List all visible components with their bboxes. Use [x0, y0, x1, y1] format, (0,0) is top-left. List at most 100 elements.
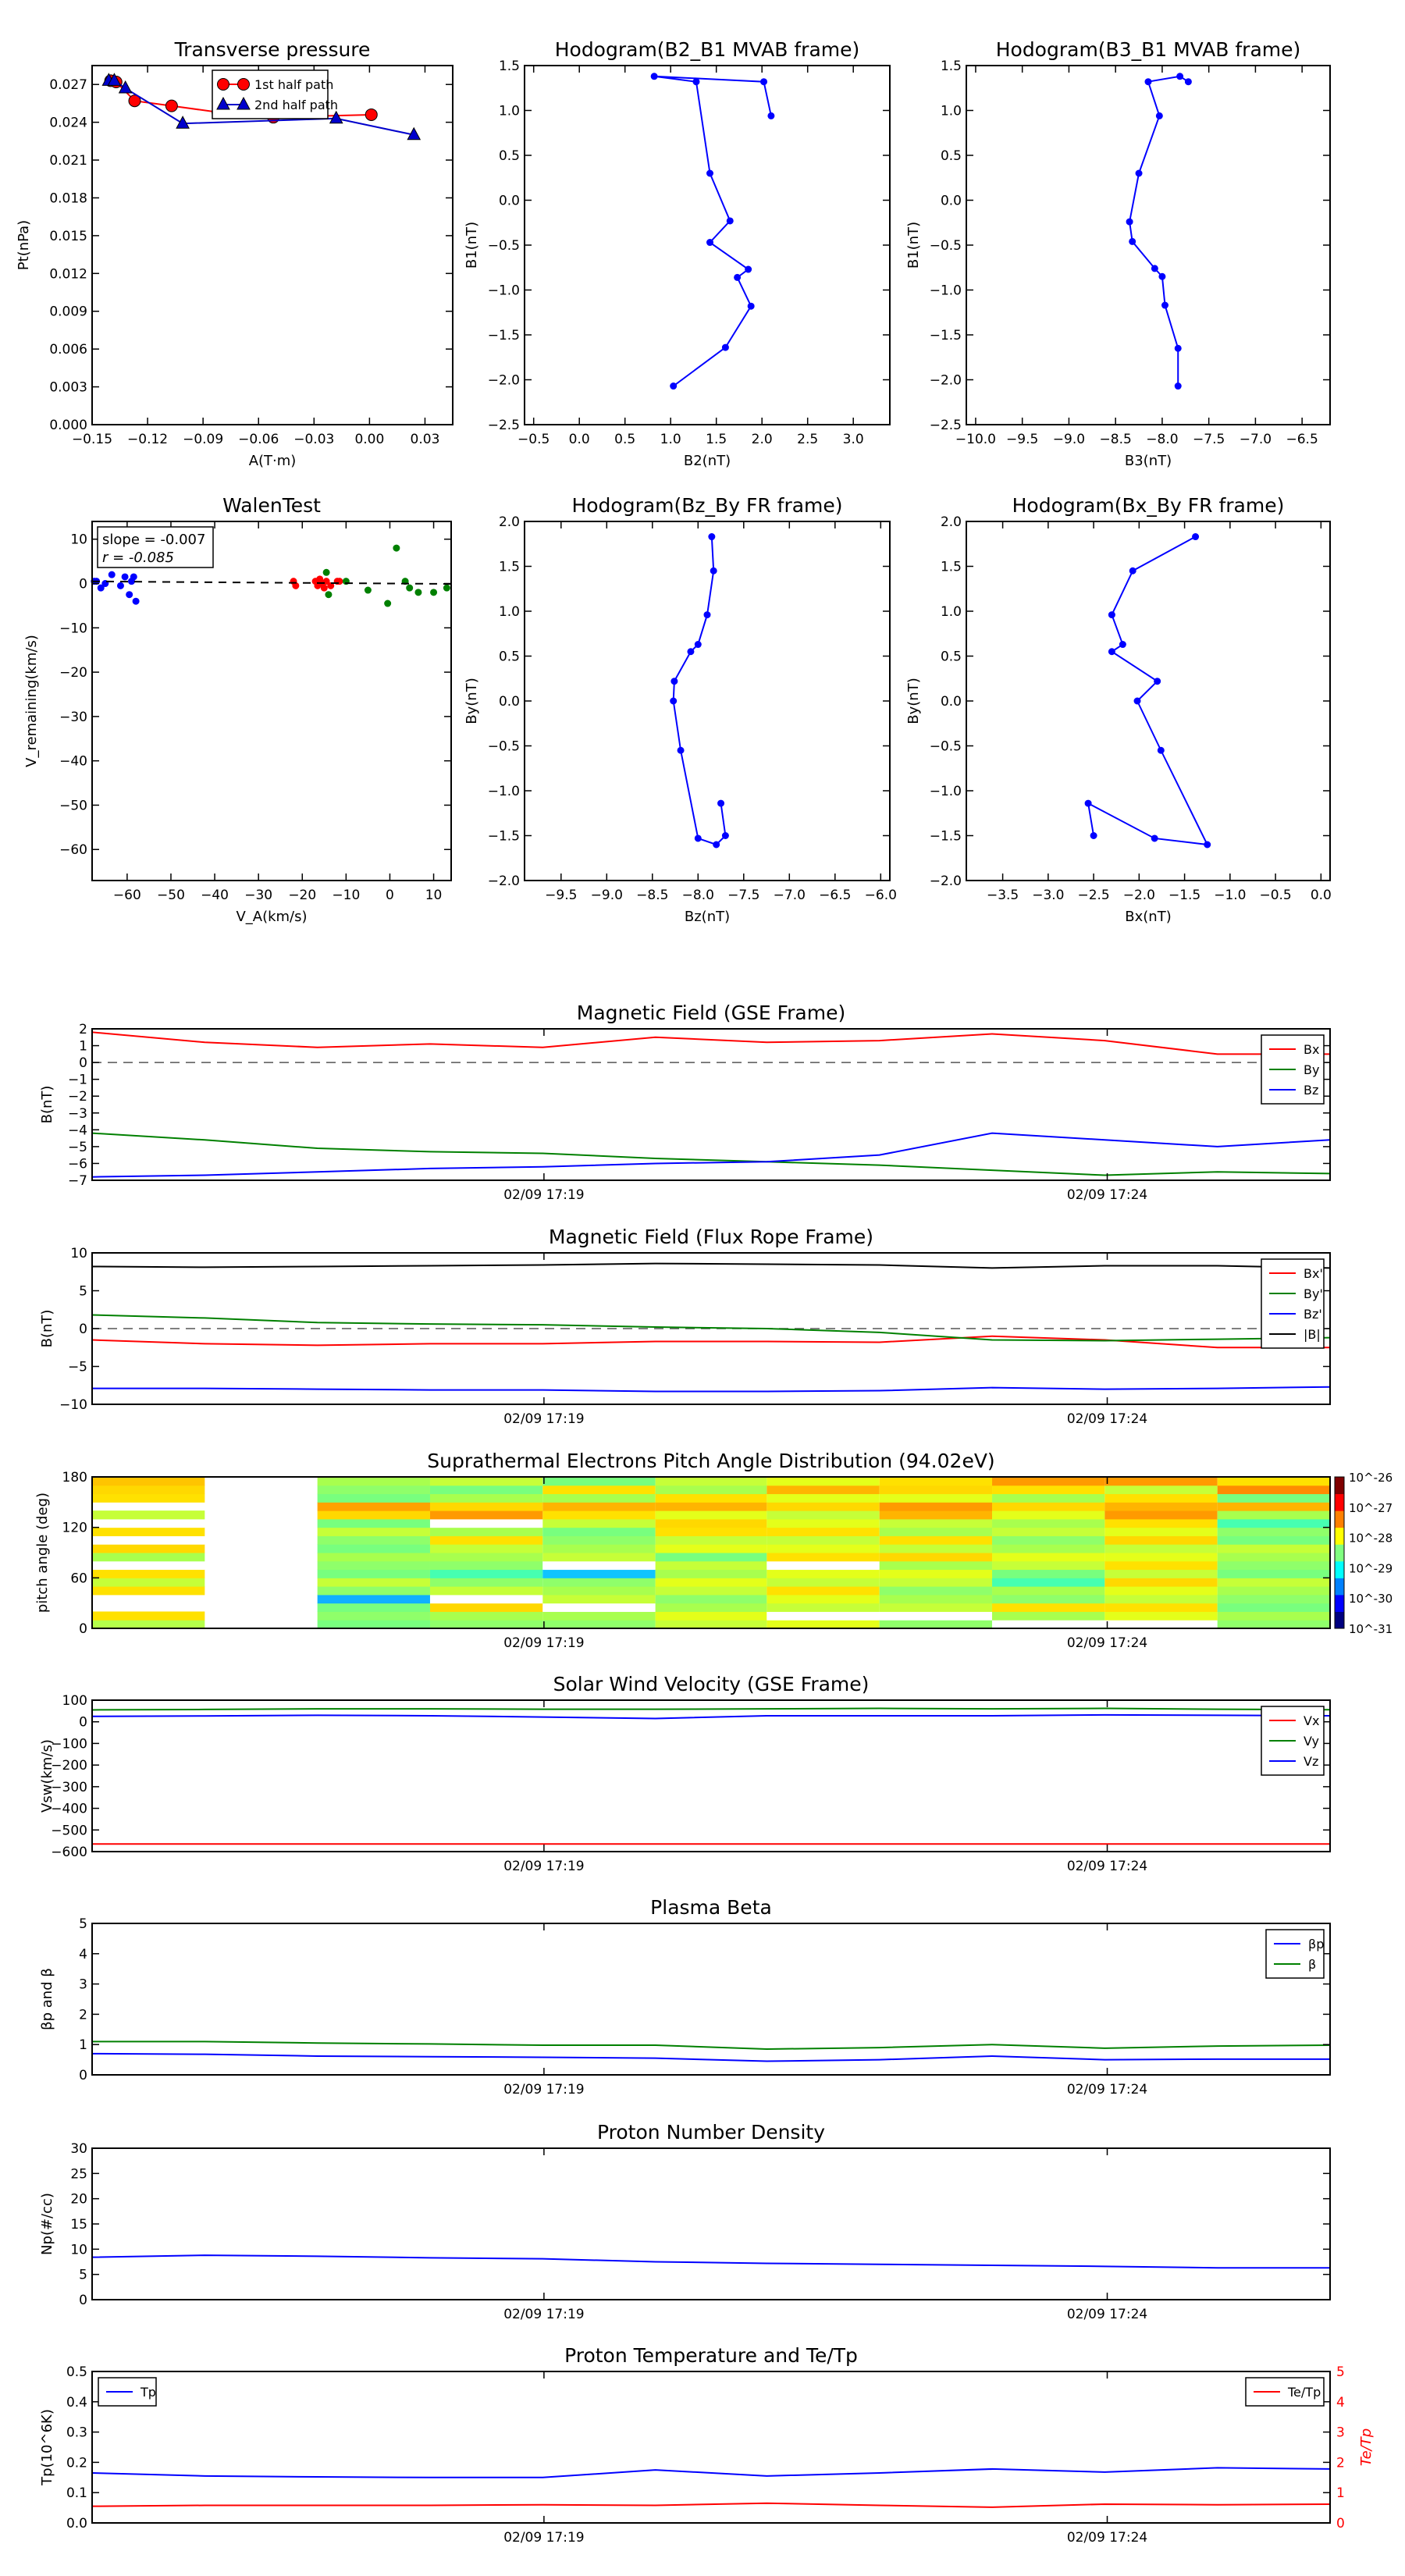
heatmap-cell: [655, 1510, 767, 1520]
heatmap-cell: [879, 1594, 993, 1604]
y-tick-label: 0.5: [499, 148, 520, 164]
legend-label: Bx: [1304, 1042, 1319, 1057]
data-marker: [1192, 533, 1200, 541]
chart-title: Suprathermal Electrons Pitch Angle Distr…: [427, 1450, 994, 1472]
heatmap-cell: [655, 1611, 767, 1621]
data-marker: [217, 78, 229, 91]
heatmap-cell: [879, 1603, 993, 1612]
x-tick-label: 02/09 17:24: [1067, 1411, 1147, 1427]
heatmap-cell: [992, 1535, 1105, 1545]
heatmap-cell: [429, 1611, 543, 1621]
heatmap-cell: [879, 1553, 993, 1562]
y-tick-label: 0.4: [66, 2395, 87, 2411]
heatmap-cell: [1217, 1603, 1330, 1612]
heatmap-cell: [1217, 1553, 1330, 1562]
chart-title: WalenTest: [222, 494, 321, 517]
x-tick-label: 02/09 17:19: [503, 2530, 584, 2546]
x-tick-label: −9.0: [1053, 432, 1085, 447]
y-tick-label: −2.5: [488, 418, 520, 433]
heatmap-cell: [542, 1477, 656, 1486]
data-marker: [1155, 112, 1163, 119]
heatmap-cell: [1104, 1560, 1218, 1571]
heatmap-cell: [542, 1527, 656, 1536]
heatmap-cell: [655, 1594, 767, 1604]
x-axis-label: A(T·m): [249, 453, 297, 469]
chart-title: Proton Number Density: [597, 2121, 825, 2144]
heatmap-cell: [767, 1510, 880, 1520]
x-tick-label: −0.15: [72, 432, 112, 447]
y-tick-label: 0.5: [66, 2364, 87, 2380]
heatmap-cell: [992, 1553, 1105, 1562]
heatmap-cell: [992, 1578, 1105, 1587]
heatmap-cell: [879, 1586, 993, 1596]
x-tick-label: −6.5: [1286, 432, 1318, 447]
heatmap-cell: [542, 1560, 656, 1571]
heatmap-cell: [1104, 1485, 1218, 1495]
y-axis-label: Vsw(km/s): [39, 1739, 55, 1813]
x-tick-label: −1.5: [1168, 888, 1200, 903]
annotation-slope: slope = -0.007: [102, 532, 205, 548]
heatmap-cell: [429, 1535, 543, 1545]
data-marker: [393, 544, 400, 552]
y-tick-label: 180: [62, 1470, 87, 1485]
heatmap-cell: [317, 1611, 430, 1621]
data-marker: [1184, 78, 1192, 86]
y-tick-label: 10: [70, 2242, 87, 2258]
heatmap-cell: [767, 1594, 880, 1604]
heatmap-cell: [767, 1493, 880, 1503]
heatmap-cell: [92, 1518, 205, 1528]
y-tick-label: 0.1: [66, 2485, 87, 2501]
heatmap-cell: [1217, 1510, 1330, 1520]
heatmap-cell: [992, 1502, 1105, 1511]
heatmap-cell: [767, 1518, 880, 1528]
x-tick-label: −0.5: [1259, 888, 1291, 903]
y-tick-label: 0.0: [941, 194, 962, 209]
y-tick-label: 1.0: [499, 104, 520, 119]
heatmap-cell: [767, 1586, 880, 1596]
data-marker: [694, 834, 702, 842]
heatmap-cell: [992, 1477, 1105, 1486]
heatmap-cell: [879, 1535, 993, 1545]
x-tick-label: −2.5: [1077, 888, 1109, 903]
y-tick-label: 1: [79, 2037, 87, 2053]
heatmap-cell: [317, 1493, 430, 1503]
heatmap-cell: [655, 1620, 767, 1629]
heatmap-cell: [1104, 1477, 1218, 1486]
chart-title: Hodogram(Bx_By FR frame): [1012, 494, 1285, 517]
y-tick-label: 1.0: [941, 604, 962, 620]
data-marker: [767, 112, 775, 119]
heatmap-cell: [92, 1544, 205, 1553]
heatmap-cell: [879, 1527, 993, 1536]
heatmap-cell: [992, 1611, 1105, 1621]
heatmap-cell: [992, 1510, 1105, 1520]
heatmap-cell: [992, 1493, 1105, 1503]
heatmap-cell: [992, 1569, 1105, 1578]
heatmap-cell: [1217, 1535, 1330, 1545]
legend-label: Bz: [1304, 1083, 1318, 1098]
heatmap-cell: [767, 1611, 880, 1621]
heatmap-cell: [542, 1594, 656, 1604]
y-tick-label: −1.0: [488, 283, 520, 299]
heatmap-cell: [542, 1578, 656, 1587]
y-tick-label: 30: [70, 2141, 87, 2157]
y-tick-label: 5: [79, 1284, 87, 1300]
heatmap-cell: [542, 1518, 656, 1528]
legend-label: β: [1308, 1957, 1316, 1972]
y-tick-label: 5: [79, 2268, 87, 2283]
y-tick-label: 0: [79, 1621, 87, 1637]
y-tick-label: 1.0: [941, 104, 962, 119]
x-tick-label: 02/09 17:24: [1067, 1859, 1147, 1874]
y-tick-label: 0.000: [49, 418, 87, 433]
y-tick-label: −1.5: [930, 829, 962, 845]
x-tick-label: −0.5: [518, 432, 550, 447]
heatmap-cell: [879, 1620, 993, 1629]
y-tick-label: −50: [59, 798, 87, 813]
heatmap-cell: [879, 1485, 993, 1495]
heatmap-cell: [1104, 1510, 1218, 1520]
heatmap-cell: [317, 1527, 430, 1536]
y-tick-label: 0.5: [941, 649, 962, 665]
data-marker: [721, 832, 729, 839]
x-tick-label: 2.0: [752, 432, 773, 447]
y-tick-label: 1.5: [499, 59, 520, 74]
y-tick-label: −5: [68, 1360, 87, 1375]
